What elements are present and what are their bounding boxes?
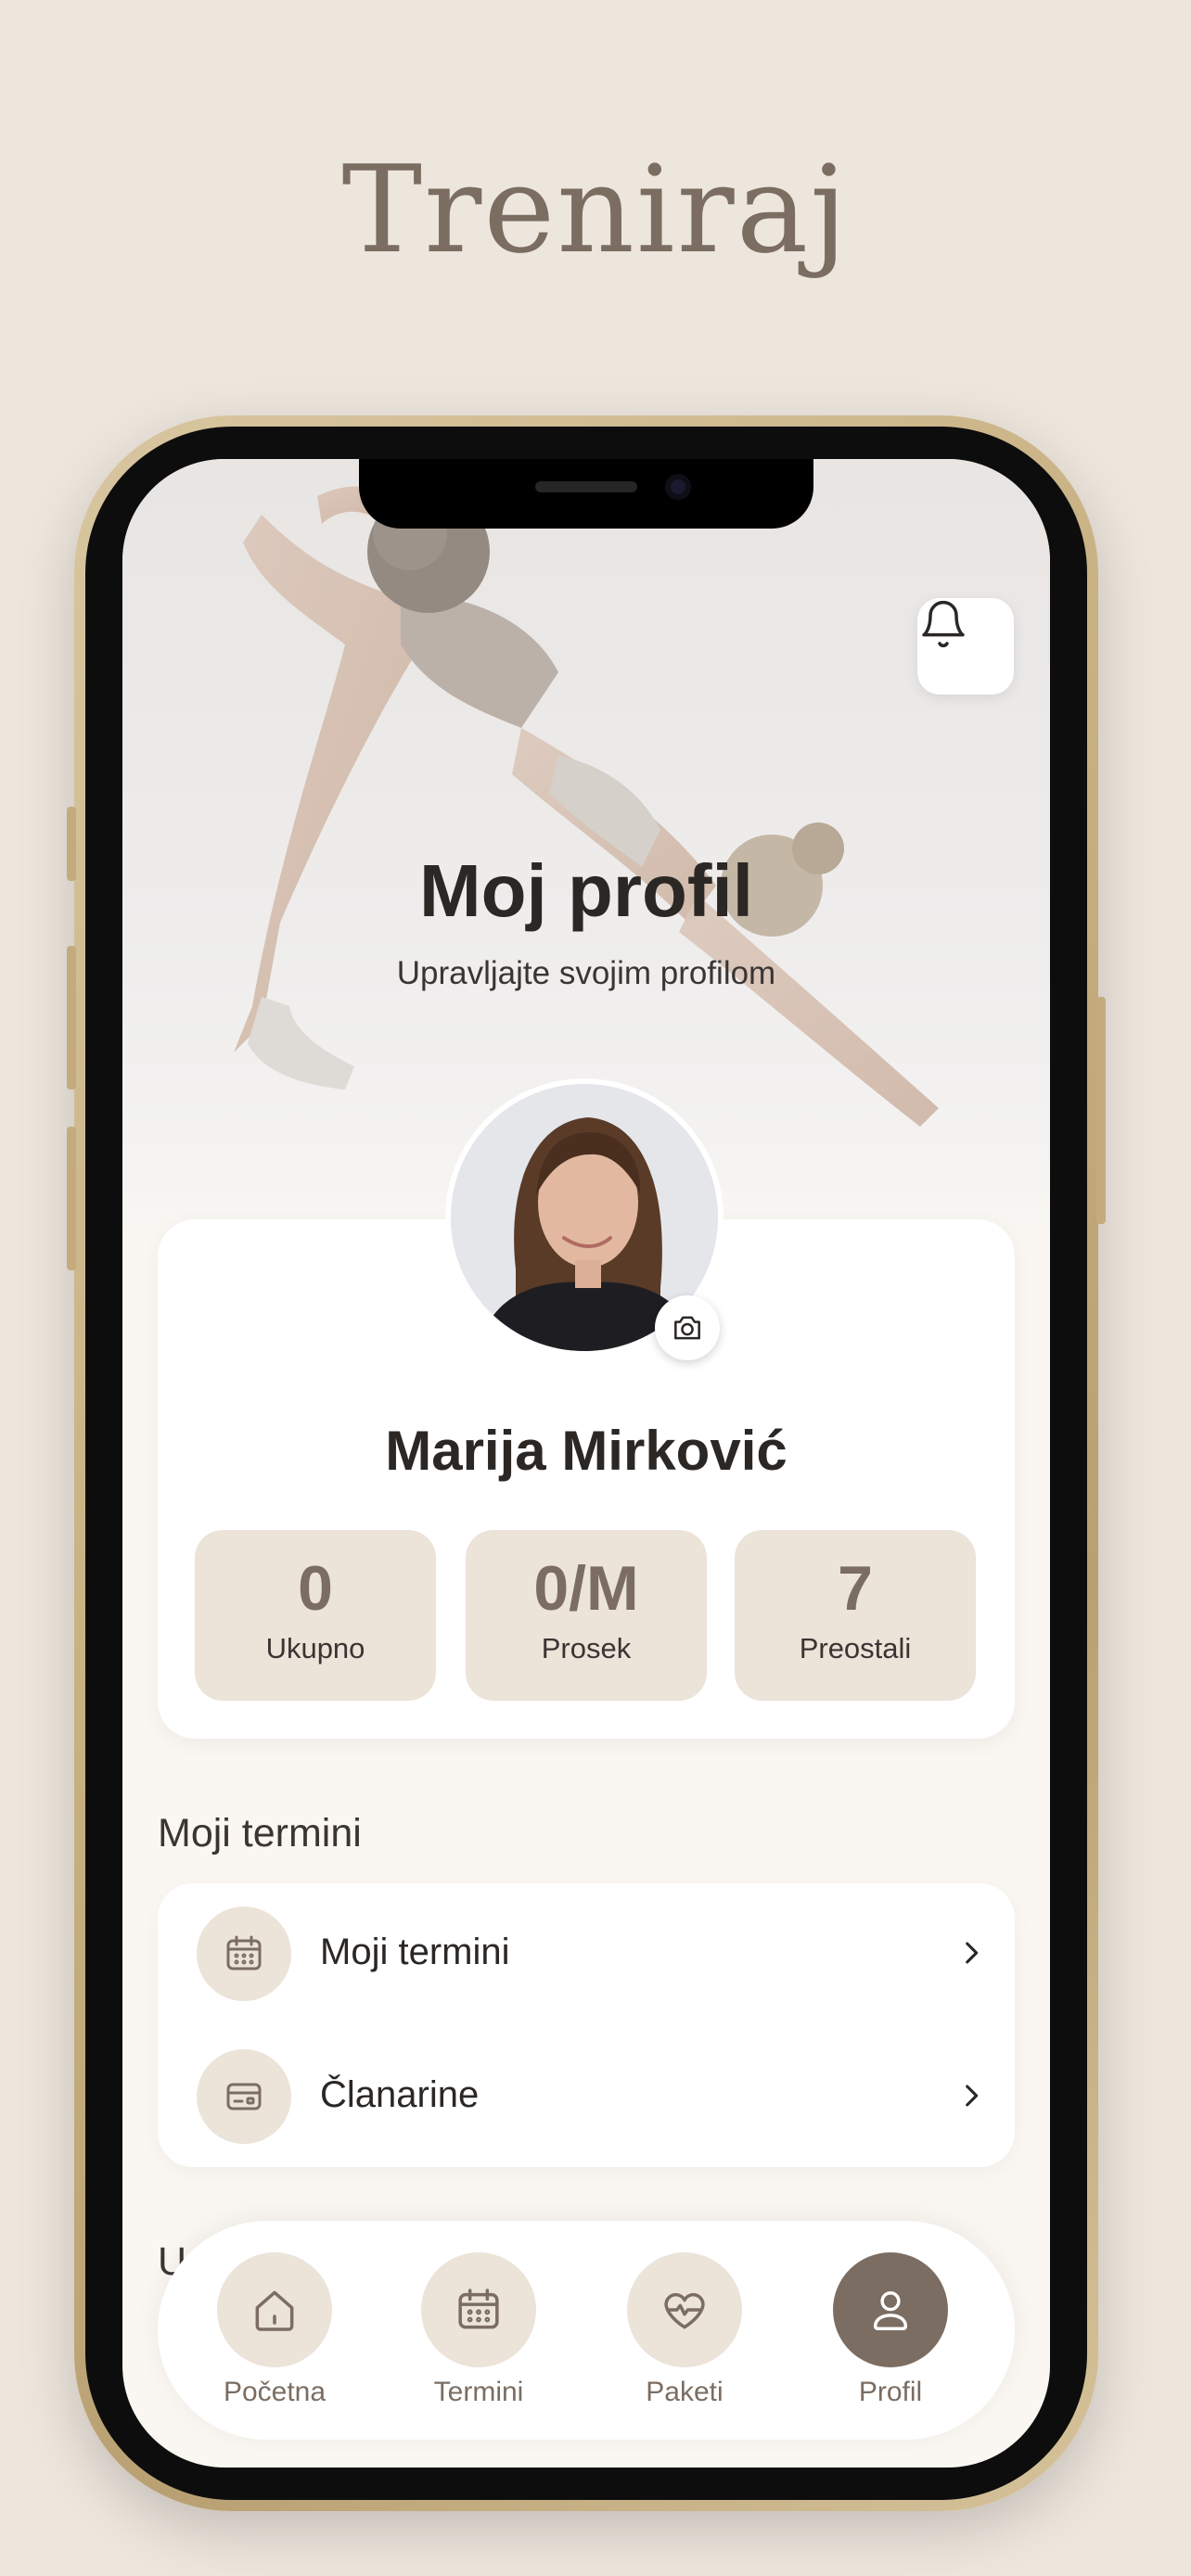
nav-label: Početna	[223, 2377, 327, 2407]
nav-label: Profil	[858, 2377, 923, 2407]
app-headline: Treniraj	[341, 139, 850, 280]
notch-speaker	[535, 481, 637, 492]
nav-icon-circle	[833, 2252, 948, 2367]
stat-value: 7	[838, 1553, 873, 1624]
nav-item-profile[interactable]: Profil	[798, 2252, 983, 2408]
stat-average: 0/M Prosek	[466, 1530, 707, 1701]
nav-label: Paketi	[646, 2377, 724, 2407]
phone-side-button	[67, 1127, 76, 1270]
section-title: Moji termini	[158, 1811, 362, 1855]
phone-side-button	[67, 946, 76, 1090]
stat-value: 0	[298, 1553, 333, 1624]
stat-label: Ukupno	[265, 1632, 365, 1664]
bottom-nav: Početna Termini Paketi Profil	[158, 2221, 1015, 2440]
home-icon	[255, 2290, 294, 2331]
phone-notch	[359, 459, 813, 529]
change-photo-button[interactable]	[655, 1295, 720, 1360]
stat-total: 0 Ukupno	[195, 1530, 436, 1701]
nav-icon-circle	[627, 2252, 742, 2367]
notch-camera	[665, 474, 691, 500]
notifications-button[interactable]	[917, 598, 1014, 695]
menu-item-icon	[197, 2049, 291, 2144]
phone-side-button	[67, 807, 76, 881]
calendar-icon	[458, 2289, 499, 2329]
chevron-right-icon	[966, 1942, 979, 1964]
page-title: Moj profil	[419, 849, 753, 932]
bell-icon	[922, 600, 965, 648]
user-name: Marija Mirković	[385, 1420, 788, 1482]
phone-power-button	[1096, 997, 1106, 1224]
menu-item-my-appointments[interactable]: Moji termini	[158, 1883, 1015, 2022]
stat-label: Prosek	[541, 1632, 632, 1664]
menu-card: Moji termini Članarine	[158, 1883, 1015, 2167]
phone-screen: Moj profil Upravljajte svojim profilom M…	[122, 459, 1050, 2468]
card-icon	[226, 2083, 262, 2111]
nav-item-packages[interactable]: Paketi	[592, 2252, 777, 2408]
menu-item-icon	[197, 1906, 291, 2001]
nav-icon-circle	[217, 2252, 332, 2367]
page-subtitle: Upravljajte svojim profilom	[396, 955, 776, 991]
calendar-icon	[226, 1935, 262, 1970]
stat-label: Preostali	[799, 1632, 912, 1664]
stat-value: 0/M	[533, 1553, 639, 1624]
menu-item-memberships[interactable]: Članarine	[158, 2026, 1015, 2165]
nav-label: Termini	[433, 2377, 524, 2407]
nav-item-appointments[interactable]: Termini	[386, 2252, 571, 2408]
heart-pulse-icon	[664, 2292, 705, 2329]
nav-icon-circle	[421, 2252, 536, 2367]
menu-item-label: Članarine	[320, 2074, 480, 2115]
camera-icon	[674, 1316, 700, 1340]
user-icon	[873, 2291, 908, 2331]
nav-item-home[interactable]: Početna	[182, 2252, 367, 2408]
menu-item-label: Moji termini	[320, 1932, 510, 1972]
chevron-right-icon	[966, 2085, 979, 2107]
stat-remaining: 7 Preostali	[735, 1530, 976, 1701]
